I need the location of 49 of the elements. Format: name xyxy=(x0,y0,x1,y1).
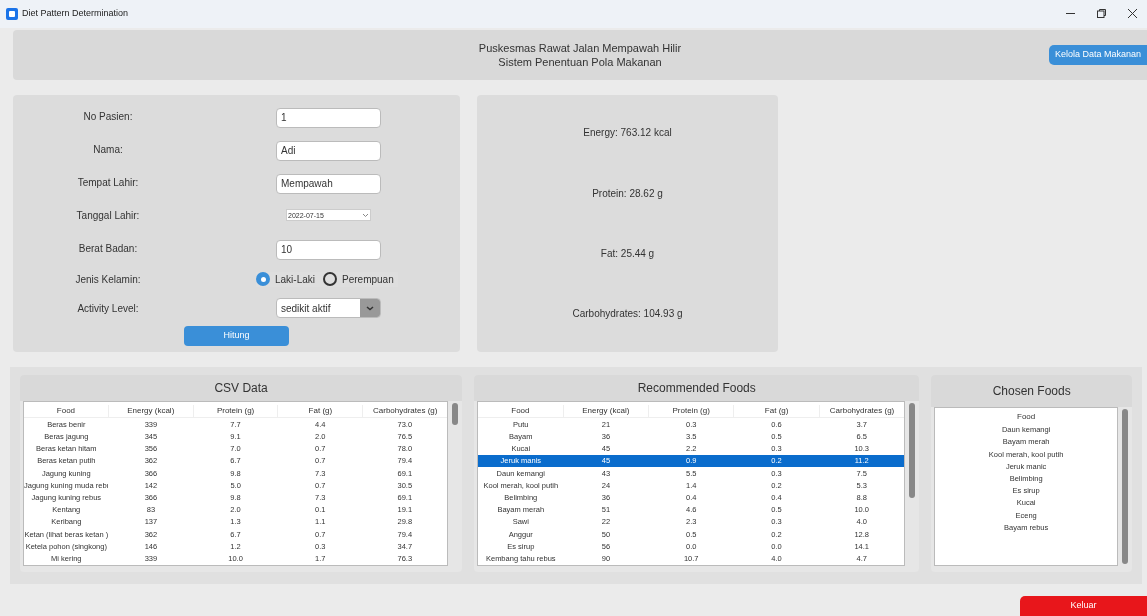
field-label: Jenis Kelamin: xyxy=(75,272,141,287)
column-header[interactable]: Carbohydrates (g) xyxy=(819,405,905,417)
radio-option[interactable]: Perempuan xyxy=(323,271,394,287)
field-label: Tempat Lahir: xyxy=(77,175,139,190)
column-header[interactable]: Protein (g) xyxy=(649,405,735,417)
chevron-down-icon xyxy=(362,212,369,218)
column-header[interactable]: Energy (kcal) xyxy=(108,405,194,417)
app-icon xyxy=(6,7,18,20)
field-label: Tanggal Lahir: xyxy=(76,208,140,223)
column-header[interactable]: Carbohydrates (g) xyxy=(363,405,448,417)
panel-title: CSV Data xyxy=(20,374,463,402)
column-header[interactable]: Food xyxy=(24,405,109,417)
radio-label: Laki-Laki xyxy=(275,272,316,287)
field-label: No Pasien: xyxy=(83,109,133,124)
panel-title: Chosen Foods xyxy=(931,374,1132,407)
radio-option[interactable]: Laki-Laki xyxy=(256,271,316,287)
panel-title: Recommended Foods xyxy=(474,374,920,402)
scrollbar-thumb[interactable] xyxy=(452,403,459,426)
radio-button[interactable] xyxy=(323,272,338,287)
restore-icon[interactable] xyxy=(1097,9,1106,19)
close-icon[interactable] xyxy=(1128,9,1137,19)
column-header[interactable]: Food xyxy=(478,405,564,417)
dropdown-value: sedikit aktif xyxy=(280,301,332,316)
window-title: Diet Pattern Determination xyxy=(22,7,129,21)
text-field[interactable]: 10 xyxy=(276,239,381,260)
chevron-down-icon xyxy=(366,305,374,311)
header-text: Sistem Penentuan Pola Makanan xyxy=(498,54,662,69)
result-text: Protein: 28.62 g xyxy=(592,186,663,201)
column-header[interactable]: Fat (g) xyxy=(734,405,820,417)
field-label: Nama: xyxy=(93,142,123,157)
scrollbar-thumb[interactable] xyxy=(1122,408,1128,564)
exit-button[interactable]: Keluar xyxy=(1020,596,1147,616)
result-text: Carbohydrates: 104.93 g xyxy=(572,307,683,322)
result-text: Energy: 763.12 kcal xyxy=(583,126,672,141)
result-text: Fat: 25.44 g xyxy=(600,246,655,261)
text-field[interactable]: Adi xyxy=(276,140,381,161)
header-text: Puskesmas Rawat Jalan Mempawah Hilir xyxy=(478,40,682,55)
radio-button[interactable] xyxy=(256,272,270,287)
field-label: Activity Level: xyxy=(77,301,139,316)
text-field[interactable]: 1 xyxy=(276,107,381,128)
dropdown[interactable]: sedikit aktif xyxy=(276,298,381,319)
column-header: Food xyxy=(1017,410,1036,423)
column-header[interactable]: Protein (g) xyxy=(193,405,279,417)
field-label: Berat Badan: xyxy=(78,241,138,256)
scrollbar-thumb[interactable] xyxy=(909,403,916,499)
text-field[interactable]: Mempawah xyxy=(276,173,381,194)
column-header[interactable]: Energy (kcal) xyxy=(563,405,649,417)
column-header[interactable]: Fat (g) xyxy=(278,405,364,417)
radio-label: Perempuan xyxy=(342,272,394,287)
